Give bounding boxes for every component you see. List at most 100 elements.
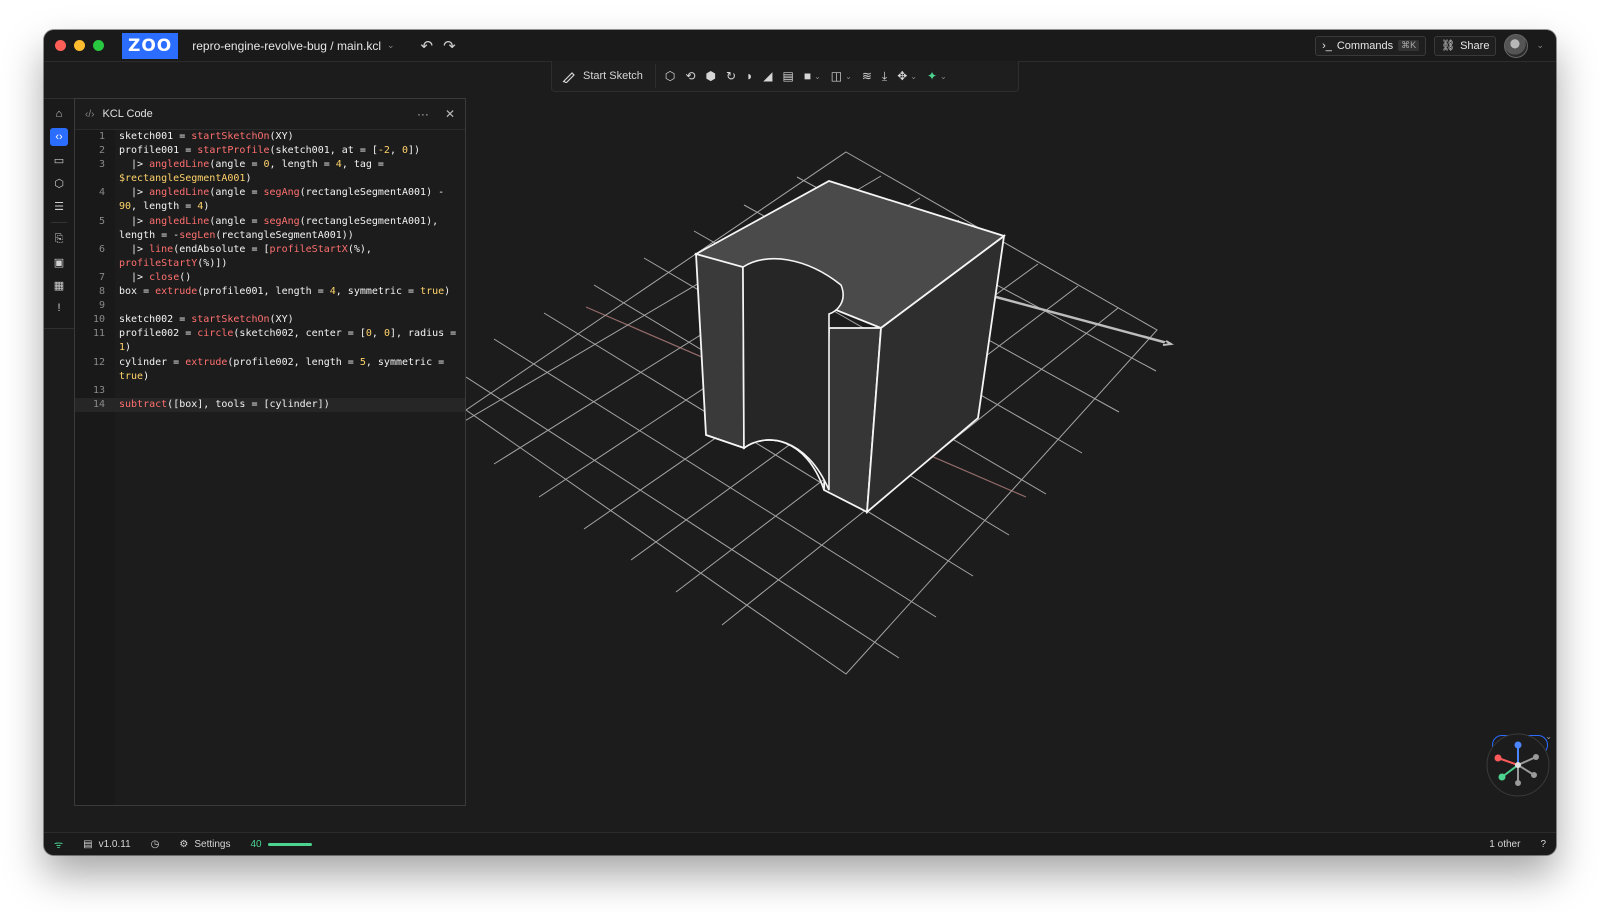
help-button[interactable]: ? [1530, 839, 1556, 850]
version-label: v1.0.11 [98, 838, 131, 850]
version-indicator[interactable]: ▤ v1.0.11 [73, 833, 141, 855]
code-line[interactable]: 6 |> line(endAbsolute = [profileStartX(%… [75, 243, 465, 257]
app-window: ZOO repro-engine-revolve-bug / main.kcl … [44, 30, 1556, 855]
code-text: |> angledLine(angle = segAng(rectangleSe… [119, 215, 439, 227]
other-users-indicator[interactable]: 1 other [1479, 839, 1530, 850]
line-number: 9 [98, 300, 105, 312]
code-line[interactable]: 13 [75, 384, 465, 398]
code-line[interactable]: 90, length = 4) [75, 200, 465, 214]
history-status[interactable]: ◷ [141, 833, 170, 855]
code-text: |> close() [119, 271, 192, 283]
line-number: 4 [98, 187, 105, 199]
start-sketch-label: Start Sketch [583, 70, 643, 82]
fps-indicator: 40 [241, 833, 322, 855]
redo-icon[interactable]: ↷ [443, 37, 456, 55]
commands-label: Commands [1336, 39, 1394, 52]
code-text: length = -segLen(rectangleSegmentA001)) [119, 229, 354, 241]
logs-icon[interactable]: ▦ [50, 276, 68, 294]
code-text: 1) [119, 342, 132, 354]
start-sketch-button[interactable]: Start Sketch [552, 64, 656, 88]
extrude-tool-icon[interactable]: ⬡ [660, 64, 680, 88]
fillet-tool-icon[interactable]: ◗ [741, 64, 758, 88]
fps-bar [267, 842, 312, 846]
line-number: 10 [92, 314, 105, 326]
code-text: subtract([box], tools = [cylinder]) [119, 398, 330, 410]
undo-icon[interactable]: ↶ [421, 37, 434, 55]
code-line[interactable]: 7 |> close() [75, 271, 465, 285]
sweep-tool-icon[interactable]: ⟲ [680, 64, 700, 88]
3d-viewport[interactable]: ⊢⊣ mm ⌄ [445, 92, 1556, 827]
close-window-button[interactable] [55, 40, 66, 51]
export-icon[interactable]: ⎘ [50, 230, 68, 248]
code-text: $rectangleSegmentA001) [119, 173, 252, 185]
settings-button[interactable]: ⚙ Settings [169, 833, 240, 855]
code-text: cylinder = extrude(profile002, length = … [119, 356, 445, 368]
code-line[interactable]: 1) [75, 341, 465, 355]
network-status[interactable]: ᯤ [44, 833, 73, 855]
user-avatar[interactable] [1504, 33, 1529, 58]
code-line[interactable]: profileStartY(%)]) [75, 257, 465, 271]
code-line[interactable]: 10 sketch002 = startSketchOn(XY) [75, 313, 465, 327]
terminal-icon: ›_ [1322, 39, 1332, 52]
panel-icon: ▤ [83, 838, 93, 850]
list-icon[interactable]: ☰ [50, 197, 68, 215]
insert-tool-icon[interactable]: ⤓ [877, 64, 892, 88]
code-line[interactable]: 8 box = extrude(profile001, length = 4, s… [75, 285, 465, 299]
code-editor[interactable]: 1 sketch001 = startSketchOn(XY) 2 profile00… [75, 130, 465, 805]
zoo-logo[interactable]: ZOO [122, 32, 179, 59]
code-line[interactable]: 12 cylinder = extrude(profile002, length … [75, 356, 465, 370]
revolve-tool-icon[interactable]: ↻ [721, 64, 741, 88]
pencil-icon [562, 72, 575, 83]
more-icon[interactable]: ··· [417, 107, 429, 121]
code-line[interactable]: $rectangleSegmentA001) [75, 172, 465, 186]
maximize-window-button[interactable] [93, 40, 104, 51]
plane-tool-icon[interactable]: ◫ ⌄ [826, 64, 857, 88]
code-icon[interactable]: ‹› [50, 128, 68, 146]
chevron-down-icon[interactable]: ⌄ [1536, 40, 1544, 51]
title-bar: ZOO repro-engine-revolve-bug / main.kcl … [44, 30, 1556, 62]
orientation-gizmo[interactable] [1486, 733, 1550, 797]
transform-tool-icon[interactable]: ✥ ⌄ [892, 64, 922, 88]
model-icon[interactable]: ⬡ [50, 174, 68, 192]
line-number: 5 [98, 215, 105, 227]
commands-shortcut: ⌘K [1398, 40, 1420, 51]
status-bar: ᯤ ▤ v1.0.11 ◷ ⚙ Settings 40 1 other ? [44, 832, 1556, 855]
settings-label: Settings [194, 838, 231, 850]
code-line[interactable]: 11 profile002 = circle(sketch002, center … [75, 327, 465, 341]
share-button[interactable]: ⛓ Share [1434, 35, 1497, 56]
code-line[interactable]: true) [75, 370, 465, 384]
chamfer-tool-icon[interactable]: ◢ [758, 64, 777, 88]
titlebar-actions: ›_ Commands ⌘K ⛓ Share ⌄ [1315, 33, 1544, 58]
panel-title: KCL Code [102, 108, 153, 120]
wifi-icon: ᯤ [54, 840, 64, 851]
alert-icon[interactable]: ! [50, 299, 68, 317]
code-line[interactable]: length = -segLen(rectangleSegmentA001)) [75, 229, 465, 243]
project-switcher[interactable]: repro-engine-revolve-bug / main.kcl ⌄ [192, 39, 394, 53]
code-line[interactable]: 14 subtract([box], tools = [cylinder]) [75, 397, 465, 412]
folder-icon[interactable]: ▭ [50, 151, 68, 169]
commands-button[interactable]: ›_ Commands ⌘K [1315, 35, 1427, 56]
rail-divider [51, 222, 67, 223]
boolean-tool-icon[interactable]: ■ ⌄ [799, 64, 826, 88]
link-icon: ⛓ [1441, 40, 1456, 52]
shell-tool-icon[interactable]: ▤ [778, 64, 799, 88]
scene-canvas[interactable] [445, 92, 1556, 827]
code-line[interactable]: 9 [75, 299, 465, 313]
code-line[interactable]: 1 sketch001 = startSketchOn(XY) [75, 130, 465, 144]
code-line[interactable]: 2 profile001 = startProfile(sketch001, at… [75, 144, 465, 158]
help-label: ? [1540, 838, 1546, 850]
code-text: |> angledLine(angle = segAng(rectangleSe… [119, 187, 445, 199]
line-number: 13 [92, 384, 105, 396]
code-line[interactable]: 3 |> angledLine(angle = 0, length = 4, t… [75, 158, 465, 172]
code-line[interactable]: 4 |> angledLine(angle = segAng(rectangle… [75, 186, 465, 200]
loft-tool-icon[interactable]: ⬢ [700, 64, 720, 88]
ai-tool-icon[interactable]: ✦ ⌄ [922, 64, 952, 88]
helix-tool-icon[interactable]: ≋ [857, 64, 877, 88]
save-icon[interactable]: ▣ [50, 253, 68, 271]
feature-tree-icon[interactable]: ⌂ [50, 105, 68, 123]
chevron-down-icon: ⌄ [387, 40, 395, 50]
close-icon[interactable]: ✕ [445, 107, 455, 121]
minimize-window-button[interactable] [74, 40, 85, 51]
code-line[interactable]: 5 |> angledLine(angle = segAng(rectangle… [75, 215, 465, 229]
panel-header: ‹/› KCL Code ··· ✕ [75, 99, 465, 130]
